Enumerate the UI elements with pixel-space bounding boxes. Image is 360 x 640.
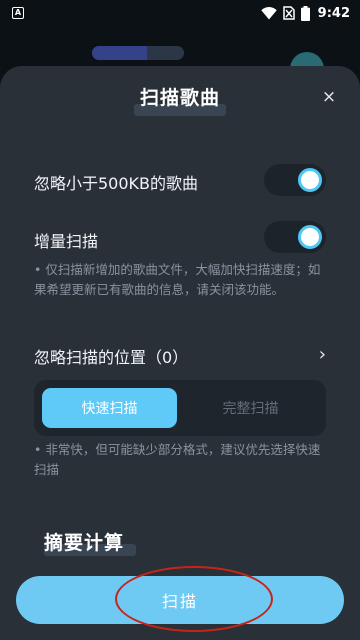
- ignore-locations-row[interactable]: 忽略扫描的位置（0） ›: [34, 344, 326, 368]
- sheet-title: 扫描歌曲: [139, 87, 220, 109]
- incremental-scan-label: 增量扫描: [34, 232, 99, 251]
- toggle-knob: [298, 225, 322, 249]
- sheet-title-wrap: 扫描歌曲: [126, 84, 234, 120]
- scan-mode-selector: 快速扫描 完整扫描: [34, 380, 326, 436]
- background-progress-bar: [92, 46, 184, 60]
- chevron-right-icon: ›: [318, 344, 326, 365]
- incremental-scan-hint: • 仅扫描新增加的歌曲文件，大幅加快扫描速度；如果希望更新已有歌曲的信息，请关闭…: [34, 262, 321, 297]
- scan-mode-hint: • 非常快，但可能缺少部分格式，建议优先选择快速扫描: [34, 442, 321, 477]
- close-button[interactable]: ×: [318, 86, 340, 108]
- battery-icon: [300, 5, 310, 21]
- scan-songs-sheet: 扫描歌曲 × 忽略小于500KB的歌曲 增量扫描 • 仅扫描新增加的歌曲文件，大…: [0, 66, 360, 640]
- status-bar: A 9:42: [0, 0, 360, 26]
- ignore-locations-label: 忽略扫描的位置（0）: [34, 348, 189, 367]
- digest-section-title-wrap: 摘要计算: [44, 528, 140, 558]
- annotation-circle: [115, 566, 273, 632]
- status-time: 9:42: [317, 5, 350, 21]
- full-scan-option[interactable]: 完整扫描: [183, 388, 318, 428]
- no-sim-icon: [282, 6, 295, 20]
- ignore-small-songs-toggle[interactable]: [264, 164, 326, 196]
- toggle-knob: [298, 168, 322, 192]
- incremental-scan-toggle[interactable]: [264, 221, 326, 253]
- wifi-icon: [260, 6, 277, 20]
- quick-scan-option[interactable]: 快速扫描: [42, 388, 177, 428]
- ignore-small-songs-label: 忽略小于500KB的歌曲: [34, 174, 199, 193]
- app-notification-icon: A: [12, 7, 24, 19]
- digest-section-title: 摘要计算: [44, 532, 125, 554]
- close-icon: ×: [321, 87, 337, 107]
